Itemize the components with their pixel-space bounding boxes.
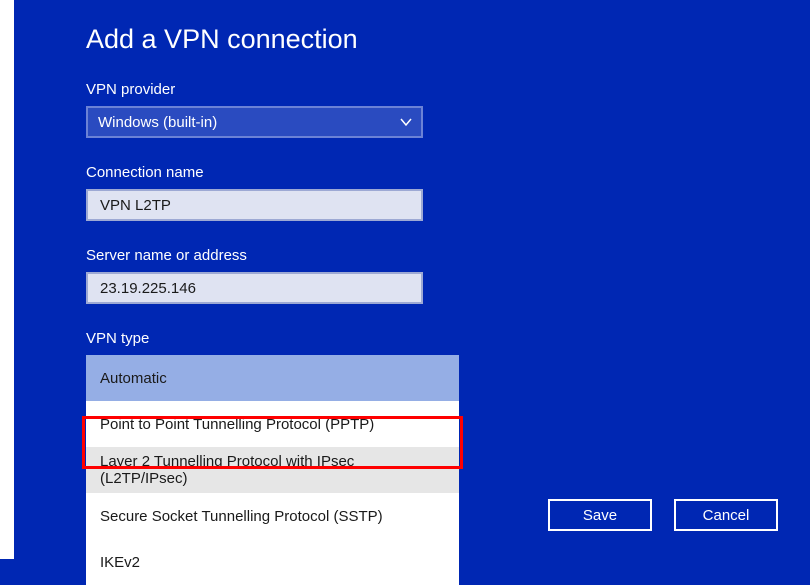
- chevron-down-icon: [399, 115, 413, 129]
- connection-name-input[interactable]: [86, 189, 423, 221]
- vpn-type-group: VPN type Automatic Point to Point Tunnel…: [86, 330, 810, 585]
- server-address-group: Server name or address: [86, 247, 810, 304]
- vpn-provider-select[interactable]: Windows (built-in): [86, 106, 423, 138]
- dialog-container: Add a VPN connection VPN provider Window…: [0, 0, 810, 585]
- vpn-provider-group: VPN provider Windows (built-in): [86, 81, 810, 138]
- connection-name-label: Connection name: [86, 164, 810, 181]
- vpn-provider-value: Windows (built-in): [98, 114, 217, 131]
- button-row: Save Cancel: [548, 499, 778, 531]
- left-edge-background: [0, 0, 14, 559]
- vpn-provider-label: VPN provider: [86, 81, 810, 98]
- vpn-type-option-sstp[interactable]: Secure Socket Tunnelling Protocol (SSTP): [86, 493, 459, 539]
- vpn-type-option-ikev2[interactable]: IKEv2: [86, 539, 459, 585]
- vpn-type-option-pptp[interactable]: Point to Point Tunnelling Protocol (PPTP…: [86, 401, 459, 447]
- server-address-input[interactable]: [86, 272, 423, 304]
- connection-name-group: Connection name: [86, 164, 810, 221]
- page-title: Add a VPN connection: [86, 24, 810, 55]
- cancel-button[interactable]: Cancel: [674, 499, 778, 531]
- vpn-type-label: VPN type: [86, 330, 810, 347]
- vpn-type-dropdown: Automatic Point to Point Tunnelling Prot…: [86, 355, 459, 585]
- save-button[interactable]: Save: [548, 499, 652, 531]
- server-address-label: Server name or address: [86, 247, 810, 264]
- vpn-type-option-automatic[interactable]: Automatic: [86, 355, 459, 401]
- vpn-type-option-l2tp[interactable]: Layer 2 Tunnelling Protocol with IPsec (…: [86, 447, 459, 493]
